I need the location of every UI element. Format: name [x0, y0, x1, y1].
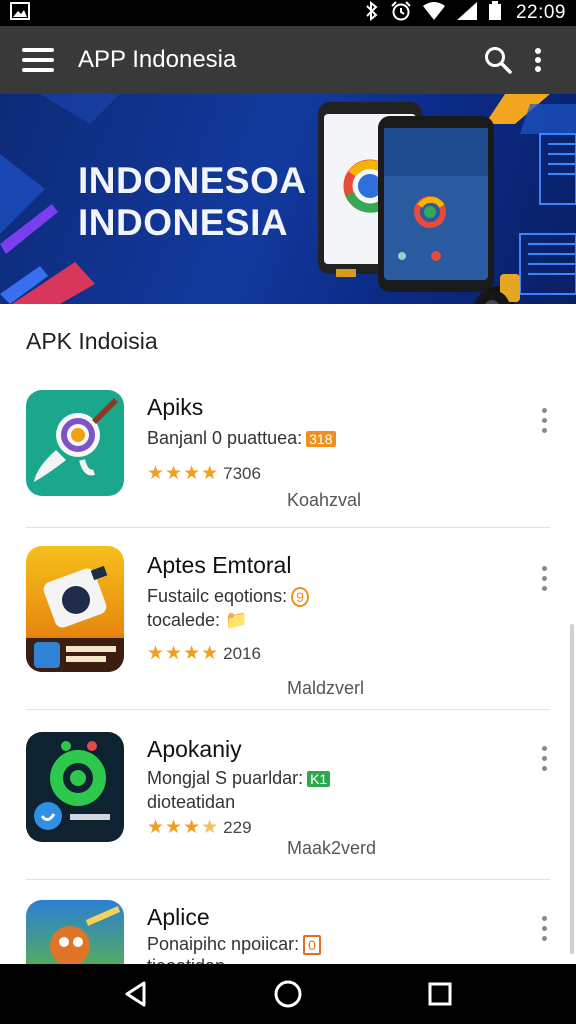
app-badge: K1: [307, 771, 331, 788]
status-bar: 22:09: [0, 0, 576, 26]
overflow-menu-icon[interactable]: [530, 558, 558, 598]
section-title: APK Indoisia: [26, 328, 158, 354]
list-item[interactable]: Aptes Emtoral Fustailc eqotions: 9 tocale…: [0, 528, 576, 710]
app-badge: 0: [303, 935, 321, 956]
home-icon[interactable]: [263, 969, 313, 1019]
battery-icon: [488, 0, 502, 26]
app-desc-text: Ponaipihc npoiicar:: [147, 934, 300, 954]
status-time: 22:09: [515, 2, 566, 23]
app-screen: 22:09 APP Indonesia INDONESOA INDONESIA …: [0, 0, 576, 1024]
alarm-icon: [390, 0, 412, 26]
star-rating-icon: ★★★★: [147, 463, 220, 484]
recents-icon[interactable]: [415, 969, 465, 1019]
list-item[interactable]: Aplice Ponaipihc npoiicar:0 tieoatidan: [0, 880, 576, 964]
overflow-menu-icon[interactable]: [530, 738, 558, 778]
rating-count: 2016: [223, 643, 261, 663]
app-meta: Maldzverl: [287, 678, 365, 698]
app-desc: Banjanl 0 puattuea: 318: [147, 428, 336, 449]
signal-icon: [456, 1, 478, 26]
app-icon-apokaniy: [26, 732, 124, 842]
list-item[interactable]: Apokaniy Mongjal S puarldar: K1 dioteatid…: [0, 710, 576, 880]
folder-icon: 📁: [225, 610, 248, 630]
app-desc: Ponaipihc npoiicar: 0: [147, 934, 321, 956]
back-icon[interactable]: [111, 969, 161, 1019]
rating-count: 7306: [223, 463, 261, 483]
app-meta: Koahzval: [287, 490, 362, 510]
bluetooth-icon: [364, 0, 380, 26]
app-desc2-text: tocalede:: [147, 610, 221, 630]
app-desc-secondary: dioteatidan: [147, 792, 236, 812]
overflow-menu-icon[interactable]: [530, 400, 558, 440]
app-desc: Fustailc eqotions: 9: [147, 586, 309, 608]
wifi-icon: [422, 1, 446, 26]
app-name: Apokaniy: [147, 736, 242, 762]
app-desc-text: Mongjal S puarldar:: [147, 768, 304, 788]
app-desc-secondary: tieoatidan: [147, 956, 225, 964]
rating-count: 229: [223, 817, 252, 837]
app-icon-aplice: [26, 900, 124, 964]
app-meta: Maak2verd: [287, 838, 377, 858]
list-item[interactable]: Apiks Banjanl 0 puattuea: 318 ★★★★ 7306 Ko…: [0, 380, 576, 528]
image-icon: [10, 1, 30, 25]
app-bar: APP Indonesia: [0, 26, 576, 94]
app-badge: 318: [306, 431, 336, 448]
app-rating: ★★★★ 7306: [147, 462, 261, 485]
overflow-menu-icon[interactable]: [518, 40, 558, 80]
menu-icon[interactable]: [22, 48, 54, 72]
app-desc: Mongjal S puarldar: K1: [147, 768, 331, 789]
app-name: Apiks: [147, 394, 204, 420]
app-icon-aptes: [26, 546, 124, 672]
banner-line1: INDONESOA: [78, 160, 307, 201]
app-desc-text: Fustailc eqotions:: [147, 586, 288, 606]
star-rating-icon: ★★★★: [147, 817, 220, 838]
app-list-section: APK Indoisia Apiks Banjanl 0 puattuea: 31…: [0, 304, 576, 964]
search-icon[interactable]: [478, 40, 518, 80]
app-title: APP Indonesia: [78, 46, 237, 73]
navigation-bar: [0, 964, 576, 1024]
promo-banner[interactable]: INDONESOA INDONESIA: [0, 94, 576, 304]
scrollbar[interactable]: [570, 624, 574, 954]
star-rating-icon: ★★★★: [147, 643, 220, 664]
app-name: Aplice: [147, 904, 210, 930]
app-rating: ★★★★ 2016: [147, 642, 261, 665]
app-desc-text: Banjanl 0 puattuea:: [147, 428, 303, 448]
app-desc-secondary: tocalede: 📁: [147, 610, 248, 631]
overflow-menu-icon[interactable]: [530, 908, 558, 948]
app-rating: ★★★★ 229: [147, 816, 252, 839]
app-badge: 9: [291, 587, 309, 608]
app-name: Aptes Emtoral: [147, 552, 292, 578]
app-icon-apiks: [26, 390, 124, 496]
banner-line2: INDONESIA: [78, 202, 289, 243]
